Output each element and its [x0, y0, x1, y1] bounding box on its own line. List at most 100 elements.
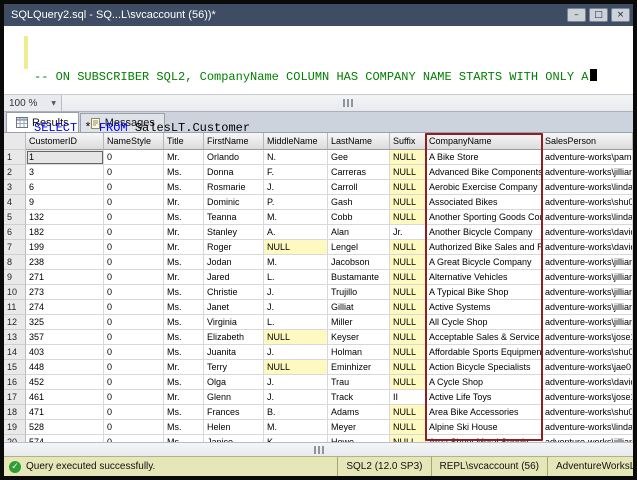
cell-namestyle[interactable]: 0	[104, 270, 164, 285]
cell-middlename[interactable]: A.	[264, 225, 328, 240]
row-number[interactable]: 13	[4, 330, 26, 345]
cell-firstname[interactable]: Dominic	[204, 195, 264, 210]
cell-firstname[interactable]: Orlando	[204, 150, 264, 165]
cell-suffix[interactable]: NULL	[390, 345, 426, 360]
cell-lastname[interactable]: Lengel	[328, 240, 390, 255]
cell-suffix[interactable]: II	[390, 390, 426, 405]
cell-companyname[interactable]: Another Sporting Goods Company	[426, 210, 542, 225]
cell-title[interactable]: Ms.	[164, 405, 204, 420]
cell-customerid[interactable]: 471	[26, 405, 104, 420]
cell-lastname[interactable]: Cobb	[328, 210, 390, 225]
cell-companyname[interactable]: Aerobic Exercise Company	[426, 180, 542, 195]
row-number[interactable]: 18	[4, 405, 26, 420]
row-number[interactable]: 15	[4, 360, 26, 375]
row-number[interactable]: 4	[4, 195, 26, 210]
minimize-button[interactable]: –	[567, 8, 586, 22]
cell-suffix[interactable]: NULL	[390, 375, 426, 390]
cell-middlename[interactable]: NULL	[264, 240, 328, 255]
cell-title[interactable]: Ms.	[164, 315, 204, 330]
cell-companyname[interactable]: Action Bicycle Specialists	[426, 360, 542, 375]
cell-suffix[interactable]: NULL	[390, 285, 426, 300]
cell-companyname[interactable]: Alpine Ski House	[426, 420, 542, 435]
cell-companyname[interactable]: Area Sheet Metal Supply	[426, 435, 542, 442]
cell-lastname[interactable]: Holman	[328, 345, 390, 360]
cell-firstname[interactable]: Stanley	[204, 225, 264, 240]
cell-lastname[interactable]: Carreras	[328, 165, 390, 180]
cell-title[interactable]: Mr.	[164, 360, 204, 375]
cell-firstname[interactable]: Virginia	[204, 315, 264, 330]
cell-title[interactable]: Mr.	[164, 390, 204, 405]
cell-salesperson[interactable]: adventure-works\shu0	[542, 195, 633, 210]
cell-lastname[interactable]: Carroll	[328, 180, 390, 195]
cell-namestyle[interactable]: 0	[104, 195, 164, 210]
cell-title[interactable]: Ms.	[164, 210, 204, 225]
cell-firstname[interactable]: Terry	[204, 360, 264, 375]
cell-companyname[interactable]: Active Life Toys	[426, 390, 542, 405]
cell-companyname[interactable]: Authorized Bike Sales and Rental	[426, 240, 542, 255]
cell-customerid[interactable]: 1	[26, 150, 104, 165]
cell-salesperson[interactable]: adventure-works\david8	[542, 375, 633, 390]
cell-namestyle[interactable]: 0	[104, 405, 164, 420]
cell-firstname[interactable]: Glenn	[204, 390, 264, 405]
column-header-middlename[interactable]: MiddleName	[264, 133, 328, 150]
row-number[interactable]: 5	[4, 210, 26, 225]
cell-lastname[interactable]: Keyser	[328, 330, 390, 345]
cell-namestyle[interactable]: 0	[104, 375, 164, 390]
cell-firstname[interactable]: Elizabeth	[204, 330, 264, 345]
row-number[interactable]: 8	[4, 255, 26, 270]
cell-title[interactable]: Ms.	[164, 420, 204, 435]
cell-firstname[interactable]: Janice	[204, 435, 264, 442]
cell-namestyle[interactable]: 0	[104, 165, 164, 180]
cell-customerid[interactable]: 528	[26, 420, 104, 435]
cell-suffix[interactable]: NULL	[390, 180, 426, 195]
cell-lastname[interactable]: Eminhizer	[328, 360, 390, 375]
row-number[interactable]: 12	[4, 315, 26, 330]
cell-suffix[interactable]: NULL	[390, 195, 426, 210]
cell-customerid[interactable]: 403	[26, 345, 104, 360]
cell-suffix[interactable]: NULL	[390, 255, 426, 270]
cell-firstname[interactable]: Roger	[204, 240, 264, 255]
cell-salesperson[interactable]: adventure-works\jose1	[542, 330, 633, 345]
cell-firstname[interactable]: Rosmarie	[204, 180, 264, 195]
cell-salesperson[interactable]: adventure-works\jillian0	[542, 255, 633, 270]
cell-middlename[interactable]: J.	[264, 180, 328, 195]
cell-companyname[interactable]: Associated Bikes	[426, 195, 542, 210]
cell-customerid[interactable]: 574	[26, 435, 104, 442]
cell-lastname[interactable]: Adams	[328, 405, 390, 420]
cell-salesperson[interactable]: adventure-works\jillian0	[542, 165, 633, 180]
row-number[interactable]: 19	[4, 420, 26, 435]
column-header-firstname[interactable]: FirstName	[204, 133, 264, 150]
cell-title[interactable]: Ms.	[164, 180, 204, 195]
cell-namestyle[interactable]: 0	[104, 210, 164, 225]
cell-salesperson[interactable]: adventure-works\david8	[542, 240, 633, 255]
column-header-customerid[interactable]: CustomerID	[26, 133, 104, 150]
cell-customerid[interactable]: 9	[26, 195, 104, 210]
cell-salesperson[interactable]: adventure-works\jose1	[542, 390, 633, 405]
cell-middlename[interactable]: N.	[264, 150, 328, 165]
cell-salesperson[interactable]: adventure-works\jillian0	[542, 270, 633, 285]
cell-title[interactable]: Ms.	[164, 300, 204, 315]
editor-hscrollbar[interactable]	[62, 95, 633, 111]
row-number[interactable]: 11	[4, 300, 26, 315]
cell-title[interactable]: Mr.	[164, 240, 204, 255]
cell-lastname[interactable]: Alan	[328, 225, 390, 240]
cell-customerid[interactable]: 199	[26, 240, 104, 255]
cell-companyname[interactable]: A Cycle Shop	[426, 375, 542, 390]
cell-title[interactable]: Ms.	[164, 375, 204, 390]
cell-title[interactable]: Mr.	[164, 270, 204, 285]
cell-customerid[interactable]: 448	[26, 360, 104, 375]
cell-lastname[interactable]: Gee	[328, 150, 390, 165]
cell-salesperson[interactable]: adventure-works\linda3	[542, 210, 633, 225]
cell-namestyle[interactable]: 0	[104, 360, 164, 375]
column-header-companyname[interactable]: CompanyName	[426, 133, 542, 150]
row-number[interactable]: 7	[4, 240, 26, 255]
cell-lastname[interactable]: Howe	[328, 435, 390, 442]
cell-customerid[interactable]: 452	[26, 375, 104, 390]
cell-title[interactable]: Ms.	[164, 165, 204, 180]
cell-middlename[interactable]: J.	[264, 285, 328, 300]
cell-title[interactable]: Ms.	[164, 330, 204, 345]
cell-title[interactable]: Ms.	[164, 435, 204, 442]
cell-middlename[interactable]: M.	[264, 255, 328, 270]
cell-middlename[interactable]: NULL	[264, 360, 328, 375]
cell-suffix[interactable]: NULL	[390, 270, 426, 285]
